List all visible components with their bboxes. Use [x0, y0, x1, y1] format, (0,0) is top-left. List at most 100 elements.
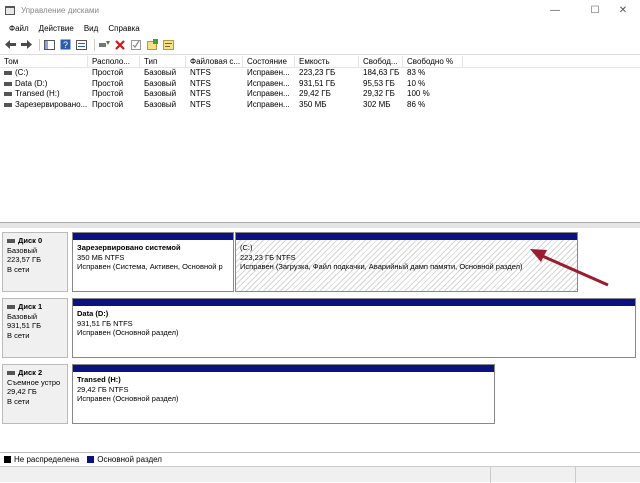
disk-size: 223,57 ГБ: [7, 255, 42, 264]
column-header-percent-free[interactable]: Свободно %: [403, 56, 463, 67]
table-row[interactable]: Transed (H:) Простой Базовый NTFS Исправ…: [0, 89, 640, 100]
cell-percent-free: 83 %: [407, 68, 426, 77]
disk-name: Диск 1: [18, 302, 43, 311]
forward-arrow-icon[interactable]: [20, 39, 32, 51]
toolbar-separator: [94, 38, 95, 51]
status-bar-divider: [490, 467, 491, 483]
menu-view[interactable]: Вид: [79, 24, 103, 33]
column-header-capacity[interactable]: Емкость: [295, 56, 359, 67]
disk-status: В сети: [7, 330, 30, 340]
help-icon[interactable]: ?: [59, 39, 71, 51]
partition-size: 931,51 ГБ NTFS: [77, 318, 133, 328]
svg-text:?: ?: [63, 40, 68, 50]
cell-free-space: 95,53 ГБ: [363, 78, 395, 88]
back-arrow-icon[interactable]: [4, 39, 16, 51]
cell-capacity: 350 МБ: [299, 99, 327, 109]
primary-partition-bar: [73, 299, 635, 306]
minimize-button[interactable]: —: [538, 0, 572, 21]
cell-filesystem: NTFS: [190, 78, 211, 88]
cell-status: Исправен...: [247, 78, 290, 88]
column-header-type[interactable]: Тип: [140, 56, 186, 67]
status-bar: [0, 466, 640, 483]
cell-free-space: 184,63 ГБ: [363, 68, 400, 77]
primary-partition-bar: [73, 365, 494, 372]
cell-type: Базовый: [144, 78, 177, 88]
legend-unallocated: Не распределена: [14, 455, 80, 464]
cell-filesystem: NTFS: [190, 99, 211, 109]
volume-icon: [4, 92, 12, 97]
annotation-arrow: [530, 249, 609, 287]
cell-filesystem: NTFS: [190, 68, 211, 77]
cell-status: Исправен...: [247, 68, 290, 77]
disk-type: Съемное устро: [7, 377, 61, 387]
menu-help[interactable]: Справка: [103, 24, 144, 33]
column-header-free-space[interactable]: Свобод...: [359, 56, 403, 67]
properties-icon[interactable]: [75, 39, 87, 51]
console-tree-icon[interactable]: [43, 39, 55, 51]
window-title: Управление дисками: [21, 6, 99, 15]
cell-percent-free: 10 %: [407, 78, 426, 88]
cell-status: Исправен...: [247, 89, 290, 98]
partition-h[interactable]: Transed (H:) 29,42 ГБ NTFS Исправен (Осн…: [72, 364, 495, 424]
partition-status: Исправен (Основной раздел): [77, 394, 179, 403]
cell-type: Базовый: [144, 99, 177, 109]
column-header-filesystem[interactable]: Файловая с...: [186, 56, 243, 67]
status-bar-divider: [575, 467, 576, 483]
legend: Не распределена Основной раздел: [0, 452, 640, 466]
cell-filesystem: NTFS: [190, 89, 211, 98]
primary-partition-bar: [73, 233, 233, 240]
disk-status: В сети: [7, 264, 30, 274]
disk-name: Диск 0: [18, 236, 43, 245]
partition-status: Исправен (Система, Активен, Основной р: [77, 262, 223, 271]
disk-icon: [7, 304, 15, 309]
table-row[interactable]: Зарезервировано... Простой Базовый NTFS …: [0, 100, 640, 111]
partition-reserved[interactable]: Зарезервировано системой 350 МБ NTFS Исп…: [72, 232, 234, 292]
cell-volume: Зарезервировано...: [15, 99, 88, 109]
disk-type: Базовый: [7, 311, 38, 321]
volume-icon: [4, 102, 12, 107]
cell-layout: Простой: [92, 89, 124, 98]
disk-graphical-view: Диск 0 Базовый 223,57 ГБ В сети Зарезерв…: [0, 228, 640, 452]
volume-list-table: Том Располо... Тип Файловая с... Состоян…: [0, 56, 640, 223]
removable-disk-icon: [7, 370, 15, 375]
disk-type: Базовый: [7, 245, 38, 255]
menu-file[interactable]: Файл: [4, 24, 34, 33]
column-header-volume[interactable]: Том: [0, 56, 88, 67]
cell-layout: Простой: [92, 68, 124, 77]
column-header-status[interactable]: Состояние: [243, 56, 295, 67]
cell-layout: Простой: [92, 99, 124, 109]
disk-status: В сети: [7, 396, 30, 406]
connect-icon[interactable]: [98, 39, 110, 51]
disk-info-box[interactable]: Диск 2 Съемное устро 29,42 ГБ В сети: [2, 364, 68, 424]
menu-bar: Файл Действие Вид Справка: [0, 21, 640, 35]
cell-type: Базовый: [144, 68, 177, 77]
partition-name: Transed (H:): [77, 375, 121, 384]
partition-d[interactable]: Data (D:) 931,51 ГБ NTFS Исправен (Основ…: [72, 298, 636, 358]
column-header-layout[interactable]: Располо...: [88, 56, 140, 67]
new-volume-icon[interactable]: [146, 39, 158, 51]
rescan-icon[interactable]: [162, 39, 174, 51]
primary-partition-bar: [236, 233, 577, 240]
toolbar-separator: [39, 38, 40, 51]
unallocated-swatch: [4, 456, 11, 463]
table-header: Том Располо... Тип Файловая с... Состоян…: [0, 56, 640, 68]
disk-info-box[interactable]: Диск 1 Базовый 931,51 ГБ В сети: [2, 298, 68, 358]
volume-icon: [4, 81, 12, 86]
disk-info-box[interactable]: Диск 0 Базовый 223,57 ГБ В сети: [2, 232, 68, 292]
cell-layout: Простой: [92, 78, 124, 88]
cell-capacity: 931,51 ГБ: [299, 78, 336, 88]
cell-percent-free: 86 %: [407, 99, 426, 109]
volume-icon: [4, 71, 12, 76]
table-row[interactable]: Data (D:) Простой Базовый NTFS Исправен.…: [0, 79, 640, 90]
close-button[interactable]: ✕: [606, 0, 640, 21]
cell-volume: Data (D:): [15, 78, 48, 88]
check-icon[interactable]: [130, 39, 142, 51]
menu-action[interactable]: Действие: [34, 24, 79, 33]
title-bar: Управление дисками — ☐ ✕: [0, 0, 640, 21]
cell-type: Базовый: [144, 89, 177, 98]
partition-status: Исправен (Основной раздел): [77, 328, 179, 337]
disk-name: Диск 2: [18, 368, 43, 377]
delete-icon[interactable]: [114, 39, 126, 51]
table-row[interactable]: (C:) Простой Базовый NTFS Исправен... 22…: [0, 68, 640, 79]
toolbar: ?: [0, 35, 640, 55]
